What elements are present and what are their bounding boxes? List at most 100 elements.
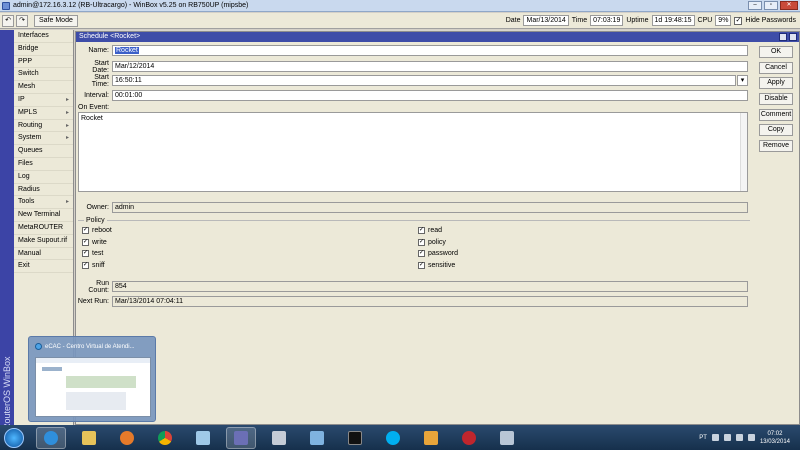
policy-checkbox[interactable]: ✓ bbox=[418, 227, 425, 234]
preview-logo bbox=[42, 367, 62, 371]
tray-arrow-icon[interactable] bbox=[711, 434, 719, 441]
policy-checkbox[interactable]: ✓ bbox=[418, 238, 425, 246]
taskbar-calculator[interactable] bbox=[264, 427, 294, 449]
menu-item-metarouter[interactable]: MetaROUTER bbox=[14, 222, 73, 235]
tray-network-icon[interactable] bbox=[735, 434, 743, 441]
menu-item-label: MetaROUTER bbox=[18, 223, 64, 231]
menu-item-label: System bbox=[18, 134, 42, 142]
menu-item-bridge[interactable]: Bridge bbox=[14, 43, 73, 56]
taskbar-ie[interactable] bbox=[36, 426, 66, 449]
menu-item-new-terminal[interactable]: New Terminal bbox=[14, 209, 73, 222]
policy-checkbox[interactable]: ✓ bbox=[82, 238, 89, 246]
window-close-button[interactable] bbox=[789, 33, 797, 41]
start-time-dropdown-icon[interactable]: ▾ bbox=[737, 75, 748, 86]
menu-item-make-supout-rif[interactable]: Make Supout.rif bbox=[14, 235, 73, 248]
policy-read[interactable]: ✓ read bbox=[418, 227, 442, 234]
policy-sniff[interactable]: ✓ sniff bbox=[82, 261, 105, 269]
name-input[interactable]: Rocket bbox=[112, 45, 748, 56]
policy-write[interactable]: ✓ write bbox=[82, 238, 107, 246]
menu-item-ip[interactable]: IP ▸ bbox=[14, 94, 73, 107]
start-button[interactable] bbox=[0, 426, 28, 450]
menu-item-exit[interactable]: Exit bbox=[14, 260, 73, 274]
menu-item-label: Tools bbox=[18, 198, 35, 206]
taskbar-tools[interactable] bbox=[492, 427, 522, 449]
taskbar-explorer[interactable] bbox=[74, 427, 104, 449]
taskbar-thumbnail-popup[interactable]: eCAC - Centro Virtual de Atendi... bbox=[28, 336, 156, 422]
redo-button[interactable]: ↷ bbox=[16, 14, 28, 27]
name-label: Name: bbox=[88, 47, 109, 54]
comment-button[interactable]: Comment bbox=[759, 108, 793, 121]
taskbar-clock[interactable]: 07:02 13/03/2014 bbox=[760, 430, 790, 446]
calculator-icon bbox=[272, 430, 286, 445]
taskbar-firefox[interactable] bbox=[112, 427, 142, 449]
on-event-textarea[interactable]: Rocket bbox=[78, 112, 748, 192]
hide-passwords-checkbox[interactable]: ✓ bbox=[734, 16, 743, 25]
policy-reboot[interactable]: ✓ reboot bbox=[82, 227, 112, 234]
policy-checkbox[interactable]: ✓ bbox=[82, 261, 89, 269]
minimize-button[interactable]: – bbox=[748, 1, 762, 10]
cpu-label: CPU bbox=[697, 17, 713, 24]
maximize-button[interactable]: ▫ bbox=[764, 1, 778, 10]
policy-policy[interactable]: ✓ policy bbox=[418, 238, 446, 246]
start-date-input[interactable]: Mar/12/2014 bbox=[112, 61, 748, 72]
run-count-row: Run Count: 854 bbox=[76, 280, 748, 294]
safe-mode-button[interactable]: Safe Mode bbox=[34, 14, 78, 27]
start-time-input[interactable]: 16:50:11 bbox=[112, 75, 736, 86]
policy-checkbox[interactable]: ✓ bbox=[418, 250, 425, 257]
disable-button[interactable]: Disable bbox=[759, 93, 793, 105]
taskbar-app2[interactable] bbox=[454, 427, 484, 449]
menu-item-label: Log bbox=[18, 172, 30, 180]
policy-checkbox[interactable]: ✓ bbox=[82, 227, 89, 234]
menu-item-mpls[interactable]: MPLS ▸ bbox=[14, 107, 73, 120]
ok-button[interactable]: OK bbox=[759, 46, 793, 58]
taskbar-window[interactable] bbox=[302, 427, 332, 449]
language-indicator[interactable]: PT bbox=[699, 435, 707, 441]
menu-item-tools[interactable]: Tools ▸ bbox=[14, 196, 73, 210]
copy-button[interactable]: Copy bbox=[759, 124, 793, 136]
menu-item-manual[interactable]: Manual bbox=[14, 248, 73, 261]
thumbnail-title: eCAC - Centro Virtual de Atendi... bbox=[45, 343, 135, 350]
policy-password[interactable]: ✓ password bbox=[418, 250, 458, 257]
taskbar-skype[interactable] bbox=[378, 427, 408, 449]
next-run-label: Next Run: bbox=[77, 298, 109, 305]
menu-item-switch[interactable]: Switch bbox=[14, 68, 73, 82]
date-value: Mar/13/2014 bbox=[523, 15, 569, 26]
menu-item-radius[interactable]: Radius bbox=[14, 184, 73, 197]
menu-item-queues[interactable]: Queues bbox=[14, 145, 73, 158]
policy-test[interactable]: ✓ test bbox=[82, 250, 103, 257]
tray-flag-icon[interactable] bbox=[723, 434, 731, 441]
thumbnail-preview[interactable] bbox=[35, 357, 151, 417]
tray-volume-icon[interactable] bbox=[747, 434, 755, 441]
menu-item-mesh[interactable]: Mesh bbox=[14, 81, 73, 94]
close-button[interactable]: ✕ bbox=[780, 1, 798, 10]
taskbar-app[interactable] bbox=[188, 427, 218, 449]
policy-checkbox[interactable]: ✓ bbox=[82, 250, 89, 257]
on-event-text: Rocket bbox=[81, 115, 103, 122]
taskbar-terminal[interactable] bbox=[340, 427, 370, 449]
policy-label: read bbox=[428, 227, 443, 234]
app-icon bbox=[196, 430, 210, 445]
policy-sensitive[interactable]: ✓ sensitive bbox=[418, 261, 455, 269]
menu-item-system[interactable]: System ▸ bbox=[14, 132, 73, 146]
taskbar-chrome[interactable] bbox=[150, 427, 180, 449]
on-event-scrollbar[interactable] bbox=[740, 113, 747, 191]
menu-item-label: Files bbox=[18, 159, 33, 167]
apply-button[interactable]: Apply bbox=[759, 77, 793, 89]
taskbar-outlook[interactable] bbox=[416, 427, 446, 449]
menu-item-label: Bridge bbox=[18, 44, 39, 52]
interval-input[interactable]: 00:01:00 bbox=[112, 90, 748, 101]
policy-checkbox[interactable]: ✓ bbox=[418, 261, 425, 269]
menu-item-files[interactable]: Files bbox=[14, 158, 73, 171]
remove-button[interactable]: Remove bbox=[759, 139, 793, 152]
menu-item-interfaces[interactable]: Interfaces bbox=[14, 30, 73, 43]
undo-button[interactable]: ↶ bbox=[2, 14, 14, 27]
browser-icon bbox=[35, 343, 42, 350]
menu-item-routing[interactable]: Routing ▸ bbox=[14, 120, 73, 133]
menu-item-ppp[interactable]: PPP bbox=[14, 56, 73, 69]
window-title: admin@172.16.3.12 (RB-Ultracargo) - WinB… bbox=[13, 2, 249, 9]
schedule-window-title: Schedule <Rocket> bbox=[79, 33, 141, 40]
menu-item-log[interactable]: Log bbox=[14, 171, 73, 184]
window-restore-button[interactable] bbox=[779, 33, 787, 41]
taskbar-winbox[interactable] bbox=[226, 426, 256, 449]
cancel-button[interactable]: Cancel bbox=[759, 61, 793, 74]
